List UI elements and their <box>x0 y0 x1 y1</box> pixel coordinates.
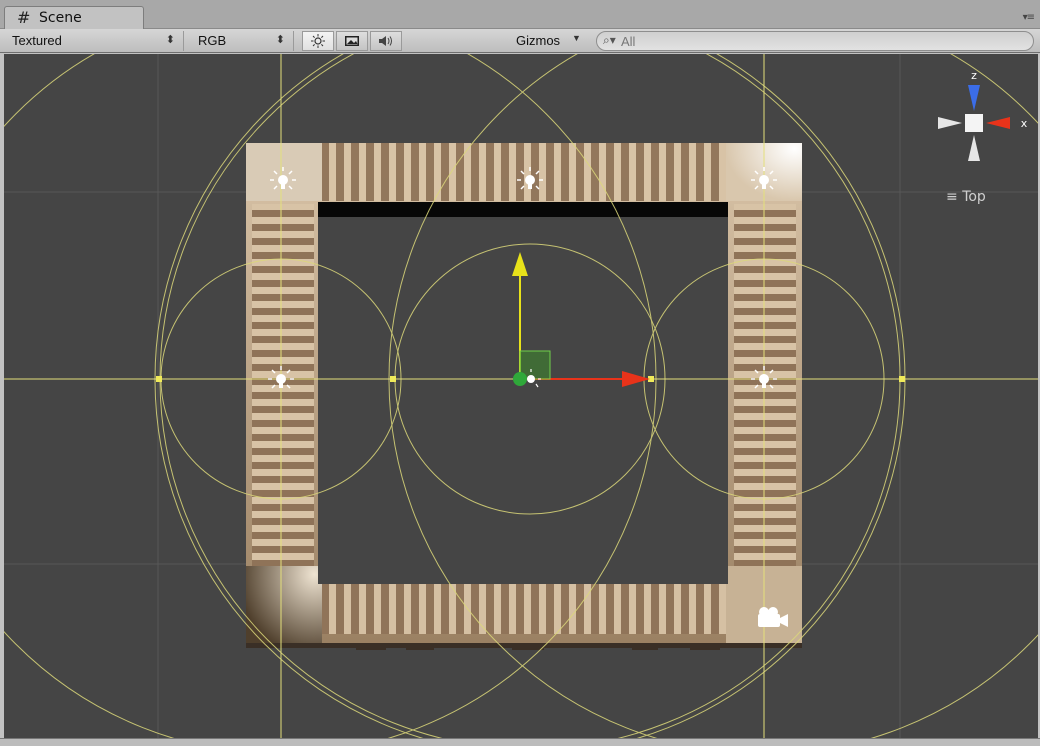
draw-mode-label: Textured <box>12 33 62 48</box>
tab-scene[interactable]: # Scene <box>4 6 144 29</box>
chevron-down-icon: ▼ <box>572 33 581 43</box>
scene-fx-toggle[interactable] <box>336 31 368 51</box>
render-mode-dropdown[interactable]: RGB ⬍ <box>192 31 294 51</box>
scene-toolbar: Textured ⬍ RGB ⬍ Gizmos ▼ ⌕▾ All <box>0 29 1040 53</box>
scene-lighting-toggle[interactable] <box>302 31 334 51</box>
gizmos-label: Gizmos <box>516 33 561 48</box>
menu-lines-icon: ≡ <box>946 189 958 205</box>
draw-mode-dropdown[interactable]: Textured ⬍ <box>6 31 184 51</box>
axis-label-x: x <box>1021 117 1028 130</box>
render-mode-label: RGB <box>198 33 227 48</box>
axis-label-z: z <box>971 69 977 82</box>
updown-arrows-icon: ⬍ <box>165 34 175 46</box>
window-menu-icon[interactable]: ▾≡ <box>1023 12 1035 23</box>
speaker-icon <box>379 36 392 46</box>
tab-bar: # Scene ▾≡ <box>0 0 1040 29</box>
sun-icon <box>311 34 325 48</box>
scene-viewport[interactable]: z x <box>4 54 1038 738</box>
search-field[interactable]: ⌕▾ <box>596 31 1034 51</box>
updown-arrows-icon: ⬍ <box>275 34 285 46</box>
view-orientation-label[interactable]: ≡ Top <box>946 189 986 205</box>
search-input[interactable] <box>621 33 1021 49</box>
tab-title: Scene <box>39 10 82 26</box>
scene-window: # Scene ▾≡ Textured ⬍ RGB ⬍ Gizmos ▼ ⌕▾ … <box>0 0 1040 746</box>
view-label: Top <box>962 189 986 205</box>
hash-icon: # <box>17 8 31 27</box>
gizmos-dropdown[interactable]: Gizmos ▼ <box>508 31 588 51</box>
audio-toggle[interactable] <box>370 31 402 51</box>
search-icon: ⌕▾ <box>603 33 616 47</box>
image-icon <box>345 36 359 46</box>
